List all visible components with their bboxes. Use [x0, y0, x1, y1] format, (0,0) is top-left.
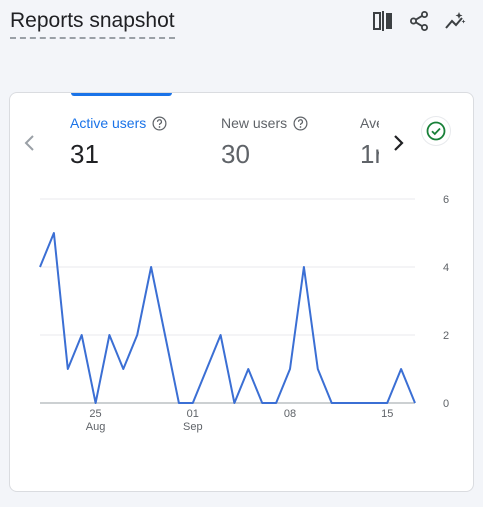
x-tick-label: 01	[187, 408, 199, 420]
x-tick-label: 15	[381, 408, 393, 420]
x-tick-month: Sep	[183, 421, 203, 433]
page-header: Reports snapshot	[0, 0, 483, 60]
y-tick-label: 0	[443, 398, 449, 410]
x-tick-label: 08	[284, 408, 296, 420]
x-tick-label: 25	[89, 408, 101, 420]
y-tick-label: 6	[443, 194, 449, 206]
x-tick-month: Aug	[86, 421, 106, 433]
y-tick-label: 4	[443, 262, 449, 274]
series-line-active-users	[39, 232, 416, 404]
insights-icon[interactable]	[444, 10, 466, 32]
share-icon[interactable]	[408, 10, 430, 32]
active-users-chart: 0 2 4 6 25Aug 01Sep 08 15	[39, 194, 449, 433]
compare-icon[interactable]	[372, 10, 394, 32]
y-tick-label: 2	[443, 330, 449, 342]
page-title[interactable]: Reports snapshot	[10, 9, 175, 39]
reports-card: Active users 31 New users 30 Ave 1r	[9, 92, 474, 492]
